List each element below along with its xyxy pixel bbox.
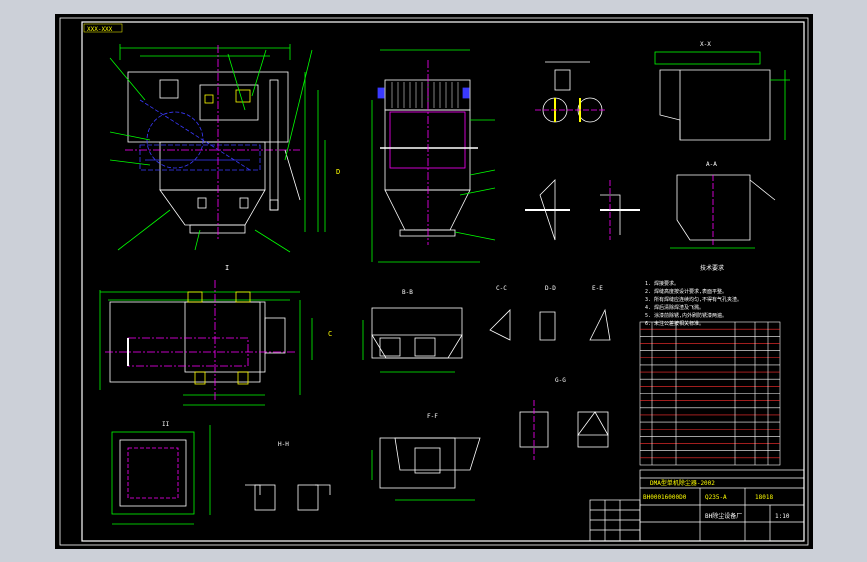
label-section-a: A-A [706, 161, 717, 168]
label-section-x: X-X [700, 41, 711, 48]
view-mark-d: D [336, 168, 340, 176]
cad-drawing-canvas: XXX-XXX C D I X-X A-A B-B C-C D-D E-E F-… [55, 14, 813, 549]
note-line: 3. 所有焊缝应连续均匀,不得有气孔夹渣。 [645, 296, 742, 303]
label-section-e: E-E [592, 285, 603, 292]
label-section-f: F-F [427, 413, 438, 420]
title-line: DMA型单机除尘器-2002 [650, 479, 715, 487]
note-line: 5. 涂漆前除锈,内外刷防锈漆两遍。 [645, 312, 727, 319]
label-section-d: D-D [545, 285, 556, 292]
label-section-b: B-B [402, 289, 413, 296]
drawing-number: BH00016000D0 [643, 494, 687, 501]
parts-list-table [639, 321, 781, 466]
scale-cell: 1:10 [775, 513, 790, 520]
label-section-h: H-H [278, 441, 289, 448]
material: Q235-A [705, 494, 727, 501]
sheet-tag: XXX-XXX [87, 26, 113, 33]
sheet-number: 18018 [755, 494, 773, 501]
company-name: BH除尘设备厂 [705, 512, 742, 520]
note-line: 4. 焊后清除焊渣及飞溅。 [645, 304, 704, 311]
view-mark-c: C [328, 330, 332, 338]
note-line: 1. 焊接要求。 [645, 280, 679, 287]
view-mark-i: I [225, 264, 229, 272]
note-line: 2. 焊缝高度按设计要求,表面平整。 [645, 288, 727, 295]
label-detail-ii: II [162, 421, 170, 428]
label-section-g: G-G [555, 377, 566, 384]
notes-title: 技术要求 [700, 264, 724, 272]
label-section-c: C-C [496, 285, 507, 292]
note-line: 6. 未注公差按相关标准。 [645, 320, 704, 327]
